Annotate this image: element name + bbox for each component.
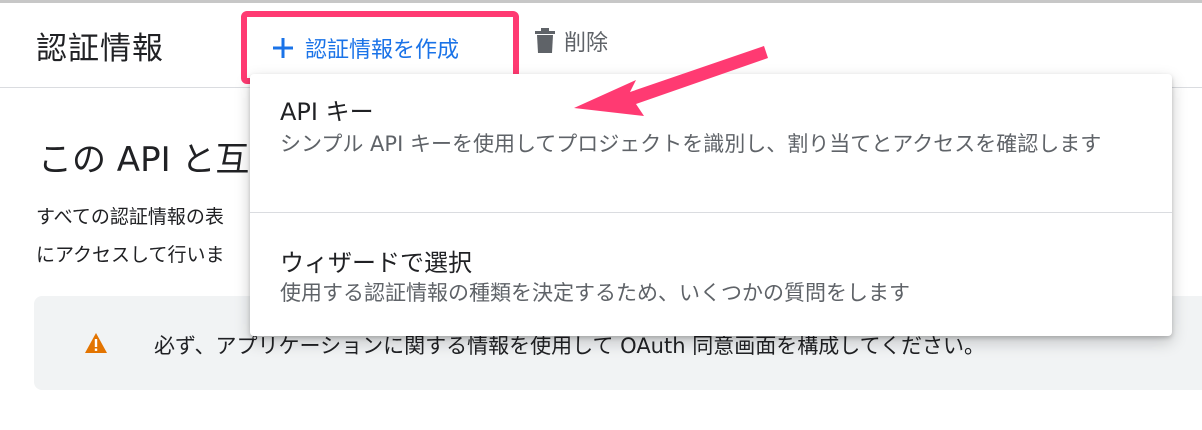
pointer-arrow [574, 46, 768, 116]
plus-icon [273, 38, 293, 58]
trash-icon [535, 28, 555, 53]
warning-icon [85, 333, 107, 353]
menu-item-description: シンプル API キーを使用してプロジェクトを識別し、割り当てとアクセスを確認し… [280, 132, 1102, 156]
menu-item-title: ウィザードで選択 [280, 249, 472, 277]
page-title: 認証情報 [36, 31, 164, 67]
menu-item-title: API キー [280, 98, 374, 126]
section-description-line-1: すべての認証情報の表 [36, 206, 224, 228]
create-credentials-button[interactable]: 認証情報を作成 [257, 27, 503, 69]
menu-item-wizard[interactable]: ウィザードで選択 使用する認証情報の種類を決定するため、いくつかの質問をします [250, 213, 1172, 336]
section-description-line-2: にアクセスして行いま [36, 244, 225, 266]
menu-item-description: 使用する認証情報の種類を決定するため、いくつかの質問をします [280, 281, 910, 305]
create-credentials-label: 認証情報を作成 [305, 38, 460, 63]
section-title: この API と互 [38, 140, 250, 180]
